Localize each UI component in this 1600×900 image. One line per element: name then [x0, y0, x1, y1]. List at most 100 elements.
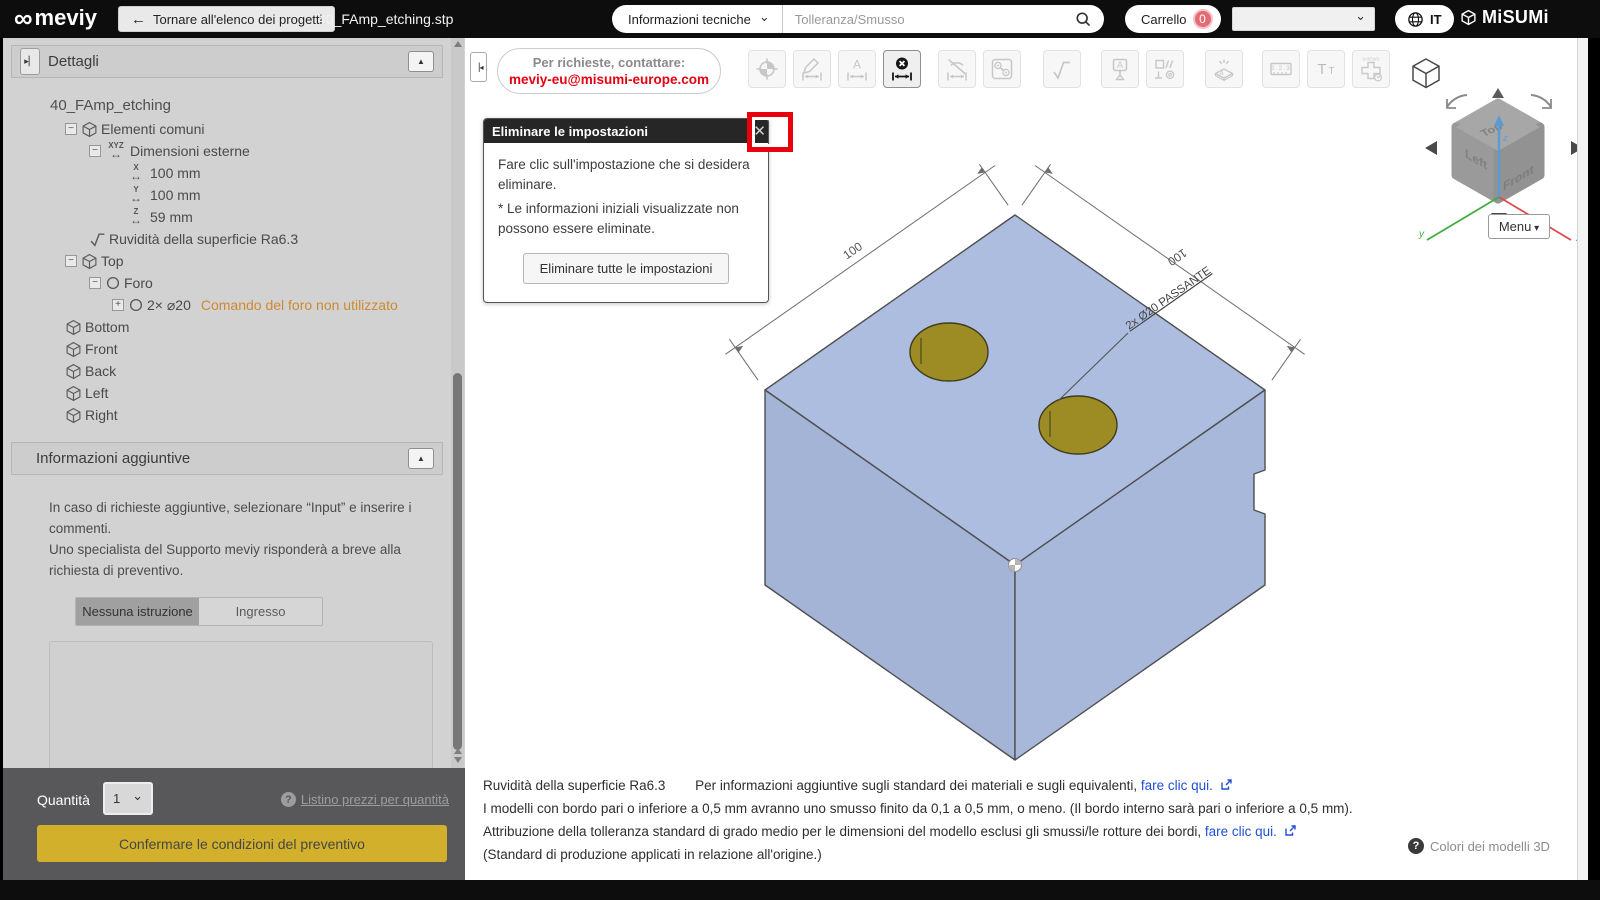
meviy-logo[interactable]: ∞ meviy: [14, 3, 97, 33]
misumi-logo[interactable]: MiSUMi: [1460, 7, 1549, 28]
y-dimension-icon: Y: [125, 186, 147, 204]
cart-count-badge: 0: [1192, 9, 1213, 29]
view-menu-button[interactable]: Menu: [1488, 214, 1550, 239]
price-list-link[interactable]: Listino prezzi per quantità: [280, 792, 449, 807]
scroll-up-icon[interactable]: [453, 41, 462, 47]
header-select[interactable]: [1232, 7, 1375, 31]
globe-icon: [1408, 11, 1423, 27]
sidebar-scrollbar[interactable]: [451, 38, 464, 768]
file-name: 40_FAmp_etching.stp: [318, 11, 454, 27]
bottom-bar: [0, 880, 1600, 900]
isometric-view-icon[interactable]: [1412, 58, 1440, 89]
hole-warning-text: Comando del foro non utilizzato: [200, 297, 398, 313]
chevron-down-icon: [759, 12, 770, 27]
language-button[interactable]: IT: [1395, 5, 1454, 33]
tree-item-dim-y[interactable]: Y 100 mm: [3, 184, 465, 206]
search-input[interactable]: [782, 11, 1074, 27]
search-bar: Informazioni tecniche: [612, 5, 1104, 33]
top-bar: ∞ meviy Tornare all'elenco dei progetti …: [0, 0, 1600, 38]
y-axis-label: y: [1418, 229, 1425, 240]
tree-item-elementi-comuni[interactable]: − Elementi comuni: [3, 118, 465, 140]
note-line-2: I modelli con bordo pari o inferiore a 0…: [483, 801, 1353, 816]
tree-item-root[interactable]: 40_FAmp_etching: [3, 92, 465, 118]
toggle-input[interactable]: Ingresso: [199, 598, 322, 625]
cube-icon: [65, 385, 82, 402]
model-colors-help[interactable]: Colori dei modelli 3D: [1408, 838, 1550, 854]
note-line-4: (Standard di produzione applicati in rel…: [483, 847, 822, 862]
collapse-panel-button[interactable]: [408, 448, 434, 469]
cube-icon: [81, 121, 98, 138]
dialog-header: Eliminare le impostazioni: [484, 119, 768, 143]
search-icon[interactable]: [1074, 10, 1092, 28]
hole-1[interactable]: [909, 322, 989, 382]
external-link-icon: [1285, 825, 1296, 836]
collapse-expander-icon[interactable]: −: [89, 145, 101, 157]
tree-item-right[interactable]: Right: [3, 404, 465, 426]
chevron-down-icon: [132, 791, 143, 806]
panel-expand-icon[interactable]: ▸▏: [20, 48, 40, 75]
tree-item-dimensioni-esterne[interactable]: − XYZ Dimensioni esterne: [3, 140, 465, 162]
z-dimension-icon: Z: [125, 208, 147, 226]
info-text-2: Uno specialista del Supporto meviy rispo…: [49, 542, 401, 578]
toggle-no-instruction[interactable]: Nessuna istruzione: [76, 598, 199, 625]
search-category-dropdown[interactable]: Informazioni tecniche: [612, 5, 783, 33]
collapse-expander-icon[interactable]: −: [65, 123, 77, 135]
hole-2[interactable]: [1038, 395, 1118, 455]
viewport-scrollbar[interactable]: [1577, 38, 1588, 880]
hole-icon: [106, 276, 120, 290]
tree-item-hole-2x20[interactable]: + 2× ⌀20 Comando del foro non utilizzato: [3, 294, 465, 316]
quantity-select[interactable]: 1: [103, 782, 153, 815]
cart-button[interactable]: Carrello 0: [1125, 5, 1221, 33]
collapse-expander-icon[interactable]: −: [89, 277, 101, 289]
tree-item-bottom[interactable]: Bottom: [3, 316, 465, 338]
dialog-text-1: Fare clic sull'impostazione che si desid…: [498, 157, 750, 192]
external-link-icon: [1220, 779, 1232, 790]
origin-marker: [1008, 558, 1022, 572]
rotate-left-arrow-icon[interactable]: [1425, 141, 1437, 155]
tree-item-foro[interactable]: − Foro: [3, 272, 465, 294]
details-sidebar: ▸▏ Dettagli 40_FAmp_etching − Elementi c…: [3, 38, 465, 880]
model-tree: 40_FAmp_etching − Elementi comuni − XYZ …: [3, 78, 465, 426]
collapse-panel-button[interactable]: [408, 51, 434, 72]
additional-info-header: Informazioni aggiuntive: [11, 442, 443, 475]
tree-item-left[interactable]: Left: [3, 382, 465, 404]
scrollbar-thumb[interactable]: [453, 373, 462, 750]
tree-item-dim-z[interactable]: Z 59 mm: [3, 206, 465, 228]
note-line-1: Ruvidità della superficie Ra6.3 Per info…: [483, 774, 1563, 797]
tree-item-dim-x[interactable]: X 100 mm: [3, 162, 465, 184]
cube-icon: [65, 407, 82, 424]
comment-textarea[interactable]: [49, 641, 433, 774]
rotate-left-icon[interactable]: [1446, 94, 1468, 109]
z-axis-label: z: [1502, 133, 1508, 143]
cube-icon: [65, 341, 82, 358]
quantity-label: Quantità: [37, 792, 90, 808]
hole-icon: [129, 298, 143, 312]
delete-settings-dialog: Eliminare le impostazioni Fare clic sull…: [483, 118, 769, 303]
back-to-projects-button[interactable]: Tornare all'elenco dei progetti: [118, 6, 336, 32]
tree-item-back[interactable]: Back: [3, 360, 465, 382]
scroll-down-icon[interactable]: [453, 757, 462, 763]
additional-info-title: Informazioni aggiuntive: [36, 450, 191, 467]
tolerance-standards-link[interactable]: fare clic qui.: [1205, 824, 1277, 839]
details-panel-title: Dettagli: [48, 53, 99, 70]
delete-all-settings-button[interactable]: Eliminare tutte le impostazioni: [522, 253, 730, 284]
rotate-up-icon[interactable]: [1492, 88, 1504, 98]
scroll-up-icon[interactable]: [453, 748, 462, 754]
rotate-right-icon[interactable]: [1530, 94, 1552, 109]
tree-item-top[interactable]: − Top: [3, 250, 465, 272]
tree-item-roughness[interactable]: Ruvidità della superficie Ra6.3: [3, 228, 465, 250]
tree-item-front[interactable]: Front: [3, 338, 465, 360]
instruction-toggle: Nessuna istruzione Ingresso: [75, 597, 323, 626]
confirm-quote-button[interactable]: Confermare le condizioni del preventivo: [37, 825, 447, 862]
production-notes: Ruvidità della superficie Ra6.3 Per info…: [483, 774, 1563, 866]
additional-info-body: In caso di richieste aggiuntive, selezio…: [3, 475, 465, 581]
cube-icon: [65, 319, 82, 336]
material-standards-link[interactable]: fare clic qui.: [1141, 778, 1213, 793]
collapse-expander-icon[interactable]: −: [65, 255, 77, 267]
x-dimension-icon: X: [125, 164, 147, 182]
close-icon[interactable]: [753, 122, 766, 140]
meviy-app: ∞ meviy Tornare all'elenco dei progetti …: [0, 0, 1600, 900]
dialog-text-2: * Le informazioni iniziali visualizzate …: [498, 201, 739, 236]
expand-expander-icon[interactable]: +: [112, 299, 124, 311]
meviy-logo-text: meviy: [34, 5, 97, 30]
